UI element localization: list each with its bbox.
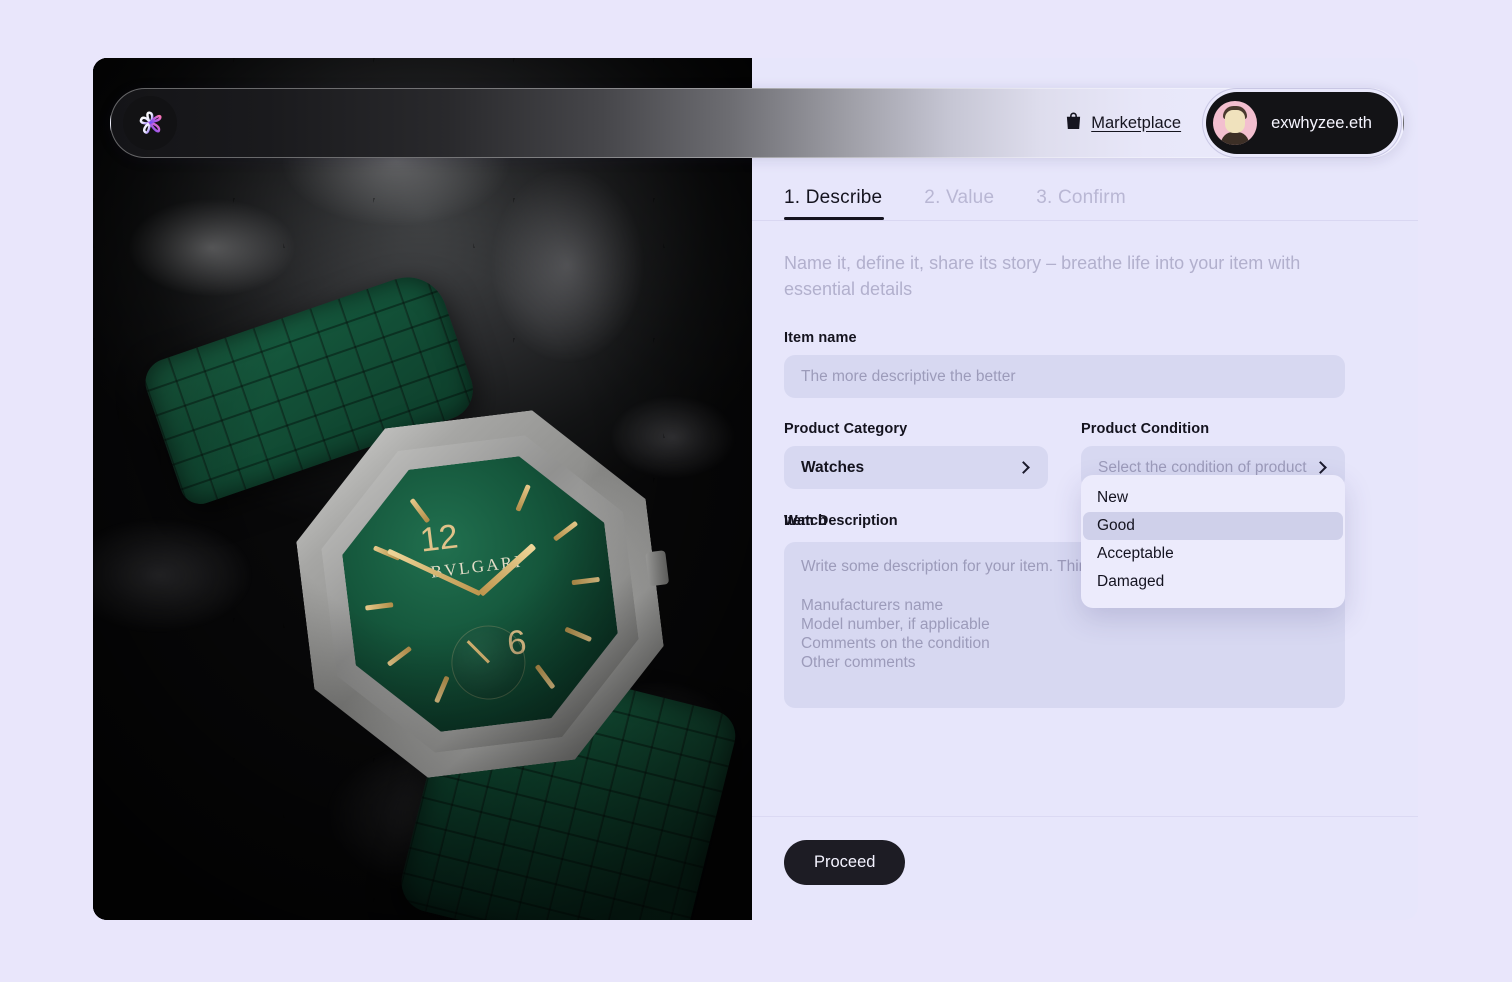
tab-confirm-label: 3. Confirm (1036, 187, 1126, 208)
item-name-label: Item name (784, 330, 857, 347)
photo-vignette (93, 58, 752, 920)
header-actions: Marketplace exwhyzee.eth (1065, 92, 1398, 154)
chevron-right-icon (1017, 461, 1030, 474)
app-card: 12 6 BVLGARI 1. Describe 2. Value 3. Con… (93, 58, 1418, 920)
product-condition-group: Product Condition Select the condition o… (1081, 421, 1345, 609)
item-name-input[interactable]: The more descriptive the better (784, 355, 1345, 399)
product-condition-label: Product Condition (1081, 421, 1210, 438)
tab-describe[interactable]: 1. Describe (784, 187, 885, 220)
form-intro-text: Name it, define it, share its story – br… (784, 253, 1301, 299)
avatar (1213, 101, 1258, 145)
chevron-right-icon (1314, 461, 1327, 474)
product-condition-dropdown: New Good Acceptable Damaged (1081, 475, 1345, 609)
description-hint-2: Model number, if applicable (801, 615, 990, 633)
condition-option-damaged[interactable]: Damaged (1083, 568, 1343, 596)
app-header-bar: Marketplace exwhyzee.eth (110, 88, 1404, 158)
product-category-value: Watches (801, 458, 865, 476)
form-panel: 1. Describe 2. Value 3. Confirm Name it,… (752, 58, 1418, 920)
shopping-bag-icon (1065, 111, 1082, 135)
describe-form: Name it, define it, share its story – br… (752, 221, 1418, 816)
condition-option-new[interactable]: New (1083, 484, 1343, 512)
product-category-group: Product Category Watches (784, 421, 1048, 490)
form-footer: Proceed (752, 816, 1418, 920)
product-image-panel: 12 6 BVLGARI (93, 58, 752, 920)
user-menu-button[interactable]: exwhyzee.eth (1206, 92, 1398, 154)
condition-option-good[interactable]: Good (1083, 512, 1343, 541)
proceed-button[interactable]: Proceed (784, 840, 906, 885)
marketplace-link[interactable]: Marketplace (1065, 111, 1181, 135)
tab-confirm[interactable]: 3. Confirm (1036, 187, 1126, 220)
user-name: exwhyzee.eth (1271, 113, 1372, 132)
item-name-group: Item name The more descriptive the bette… (784, 330, 1345, 399)
tab-value-label: 2. Value (924, 187, 995, 208)
item-description-overlay-label: Watch (784, 513, 827, 530)
marketplace-label: Marketplace (1091, 113, 1182, 132)
description-hint-4: Other comments (801, 653, 916, 671)
category-condition-row: Product Category Watches Product Conditi… (784, 421, 1345, 609)
pinwheel-logo[interactable] (123, 96, 177, 150)
tab-value[interactable]: 2. Value (924, 187, 994, 220)
product-category-label: Product Category (784, 421, 908, 438)
product-category-select[interactable]: Watches (784, 446, 1048, 490)
condition-option-acceptable[interactable]: Acceptable (1083, 540, 1343, 568)
tab-describe-label: 1. Describe (784, 187, 883, 208)
description-hint-3: Comments on the condition (801, 634, 990, 652)
product-condition-value: Select the condition of product (1098, 458, 1307, 476)
